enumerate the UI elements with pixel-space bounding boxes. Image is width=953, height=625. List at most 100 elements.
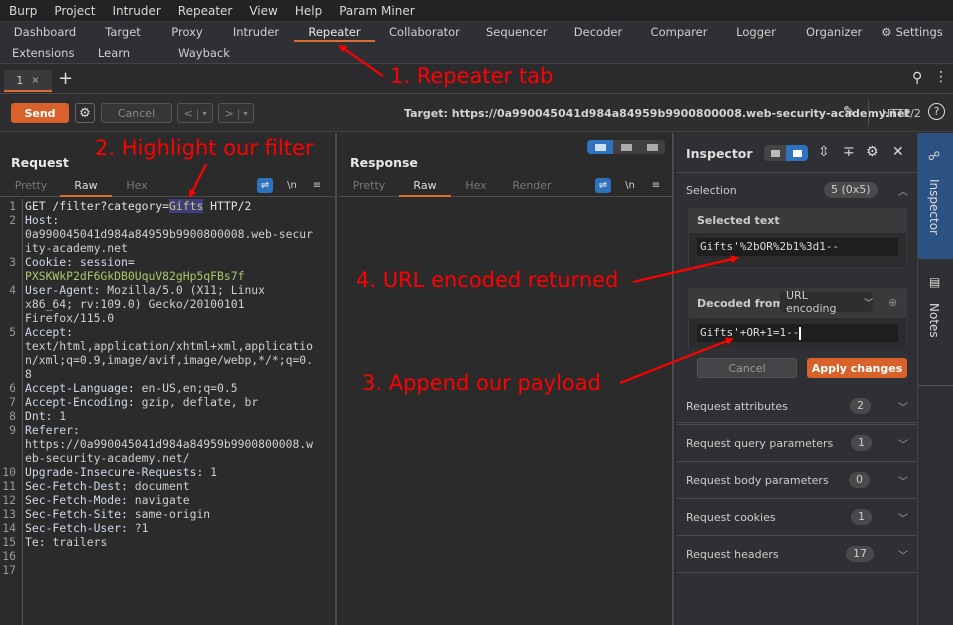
tab-intruder[interactable]: Intruder bbox=[228, 22, 284, 42]
editor-line[interactable]: 5 Accept: bbox=[0, 325, 335, 339]
gear-icon[interactable]: ⚙ bbox=[866, 144, 879, 160]
chevron-up-icon[interactable]: ︿ bbox=[898, 183, 908, 198]
decoded-input[interactable]: Gifts'+OR+1=1-- bbox=[697, 324, 898, 342]
tab-pretty[interactable]: Pretty bbox=[343, 179, 395, 197]
editor-line[interactable]: 16 bbox=[0, 549, 335, 563]
tab-hex[interactable]: Hex bbox=[450, 179, 502, 197]
collapse-all-icon[interactable]: ∓ bbox=[843, 144, 855, 160]
side-tab-inspector[interactable]: ☍ Inspector bbox=[918, 133, 953, 259]
forward-button[interactable]: > | ▾ bbox=[218, 103, 254, 123]
tab-settings[interactable]: ⚙ Settings bbox=[880, 22, 944, 42]
encoding-select[interactable]: URL encoding ﹀ bbox=[780, 289, 873, 315]
add-tab-button[interactable]: + bbox=[58, 68, 73, 89]
editor-line[interactable]: 17 bbox=[0, 563, 335, 577]
menu-help[interactable]: Help bbox=[295, 4, 322, 18]
menu-view[interactable]: View bbox=[249, 4, 277, 18]
edit-target-icon[interactable]: ✎ bbox=[843, 104, 855, 120]
tab-hex[interactable]: Hex bbox=[111, 179, 163, 197]
tab-dashboard[interactable]: Dashboard bbox=[8, 22, 82, 42]
editor-line[interactable]: 15 Te: trailers bbox=[0, 535, 335, 549]
tab-sequencer[interactable]: Sequencer bbox=[486, 22, 547, 42]
tab-comparer[interactable]: Comparer bbox=[650, 22, 708, 42]
tab-organizer[interactable]: Organizer bbox=[806, 22, 862, 42]
editor-line[interactable]: n/xml;q=0.9,image/avif,image/webp,*/*;q=… bbox=[0, 353, 335, 367]
editor-line[interactable]: 2 Host: bbox=[0, 213, 335, 227]
inspector-cancel-button[interactable]: Cancel bbox=[697, 358, 797, 378]
editor-line[interactable]: ity-academy.net bbox=[0, 241, 335, 255]
tab-target[interactable]: Target bbox=[98, 22, 148, 42]
editor-line[interactable]: 12 Sec-Fetch-Mode: navigate bbox=[0, 493, 335, 507]
menu-param-miner[interactable]: Param Miner bbox=[339, 4, 414, 18]
tab-render[interactable]: Render bbox=[506, 179, 558, 197]
tab-decoder[interactable]: Decoder bbox=[573, 22, 623, 42]
tab-wayback-machine[interactable]: Wayback Machine bbox=[158, 43, 250, 80]
newline-toggle[interactable]: \n bbox=[284, 178, 300, 193]
section-request-cookies[interactable]: Request cookies 1 ﹀ bbox=[676, 499, 917, 536]
tab-proxy[interactable]: Proxy bbox=[165, 22, 209, 42]
tab-raw[interactable]: Raw bbox=[399, 179, 451, 197]
editor-line[interactable]: 3 Cookie: session= bbox=[0, 255, 335, 269]
tab-pretty[interactable]: Pretty bbox=[5, 179, 57, 197]
layout-side-by-side[interactable] bbox=[587, 140, 613, 154]
tab-extensions[interactable]: Extensions bbox=[12, 43, 74, 63]
editor-line[interactable]: 10 Upgrade-Insecure-Requests: 1 bbox=[0, 465, 335, 479]
request-editor[interactable]: 1 GET /filter?category=Gifts HTTP/2 2 Host:… bbox=[0, 199, 335, 625]
menu-project[interactable]: Project bbox=[54, 4, 95, 18]
editor-line[interactable]: 7 Accept-Encoding: gzip, deflate, br bbox=[0, 395, 335, 409]
layout-left[interactable] bbox=[764, 145, 786, 161]
editor-line[interactable]: 13 Sec-Fetch-Site: same-origin bbox=[0, 507, 335, 521]
expand-all-icon[interactable]: ⇳ bbox=[818, 144, 830, 160]
editor-line[interactable]: 1 GET /filter?category=Gifts HTTP/2 bbox=[0, 199, 335, 213]
editor-line[interactable]: 14 Sec-Fetch-User: ?1 bbox=[0, 521, 335, 535]
tool-tabs: Dashboard Target Proxy Intruder Repeater… bbox=[0, 22, 953, 80]
section-request-headers[interactable]: Request headers 17 ﹀ bbox=[676, 536, 917, 573]
selected-text-value[interactable]: Gifts'%2bOR%2b1%3d1-- bbox=[697, 238, 898, 256]
layout-stacked[interactable] bbox=[613, 140, 639, 154]
section-request-query-parameters[interactable]: Request query parameters 1 ﹀ bbox=[676, 425, 917, 462]
protocol-label[interactable]: HTTP/2 bbox=[882, 107, 921, 120]
section-request-attributes[interactable]: Request attributes 2 ﹀ bbox=[676, 388, 917, 425]
editor-line[interactable]: x86_64; rv:109.0) Gecko/20100101 bbox=[0, 297, 335, 311]
editor-line[interactable]: 11 Sec-Fetch-Dest: document bbox=[0, 479, 335, 493]
editor-line[interactable]: https://0a990045041d984a84959b9900800008… bbox=[0, 437, 335, 451]
editor-line[interactable]: 4 User-Agent: Mozilla/5.0 (X11; Linux bbox=[0, 283, 335, 297]
menu-burp[interactable]: Burp bbox=[9, 4, 37, 18]
section-request-body-parameters[interactable]: Request body parameters 0 ﹀ bbox=[676, 462, 917, 499]
help-icon[interactable]: ? bbox=[928, 103, 945, 120]
word-wrap-icon[interactable]: ⇌ bbox=[595, 178, 611, 193]
editor-line[interactable]: 8 Dnt: 1 bbox=[0, 409, 335, 423]
layout-tabs[interactable] bbox=[639, 140, 665, 154]
menu-repeater[interactable]: Repeater bbox=[178, 4, 233, 18]
more-options-icon[interactable]: ⋮ bbox=[934, 69, 948, 85]
editor-line[interactable]: 0a990045041d984a84959b9900800008.web-sec… bbox=[0, 227, 335, 241]
send-button[interactable]: Send bbox=[11, 103, 69, 123]
back-button[interactable]: < | ▾ bbox=[177, 103, 213, 123]
editor-line[interactable]: 8 bbox=[0, 367, 335, 381]
tab-raw[interactable]: Raw bbox=[60, 179, 112, 197]
send-options-button[interactable]: ⚙ bbox=[75, 103, 95, 123]
tab-collaborator[interactable]: Collaborator bbox=[389, 22, 460, 42]
tab-learn[interactable]: Learn bbox=[97, 43, 131, 63]
tab-logger[interactable]: Logger bbox=[735, 22, 777, 42]
menu-icon[interactable]: ≡ bbox=[309, 178, 325, 193]
menu-icon[interactable]: ≡ bbox=[648, 178, 664, 193]
editor-line[interactable]: PXSKWkP2dF6GkDB0UquV82gHp5qFBs7f bbox=[0, 269, 335, 283]
editor-line[interactable]: 6 Accept-Language: en-US,en;q=0.5 bbox=[0, 381, 335, 395]
apply-changes-button[interactable]: Apply changes bbox=[807, 358, 907, 378]
menu-intruder[interactable]: Intruder bbox=[112, 4, 160, 18]
editor-line[interactable]: 9 Referer: bbox=[0, 423, 335, 437]
newline-toggle[interactable]: \n bbox=[622, 178, 638, 193]
repeater-tab-1[interactable]: 1 × bbox=[4, 70, 52, 92]
search-icon[interactable]: ⚲ bbox=[912, 70, 922, 86]
side-tab-notes[interactable]: ▤ Notes bbox=[918, 259, 953, 385]
tab-repeater[interactable]: Repeater bbox=[294, 22, 375, 42]
close-icon[interactable]: × bbox=[31, 75, 39, 86]
close-icon[interactable]: ✕ bbox=[892, 144, 904, 160]
layout-right[interactable] bbox=[786, 145, 808, 161]
editor-line[interactable]: Firefox/115.0 bbox=[0, 311, 335, 325]
word-wrap-icon[interactable]: ⇌ bbox=[257, 178, 273, 193]
cancel-button[interactable]: Cancel bbox=[101, 103, 172, 123]
add-decoding-icon[interactable]: ⊕ bbox=[888, 296, 897, 309]
editor-line[interactable]: text/html,application/xhtml+xml,applicat… bbox=[0, 339, 335, 353]
editor-line[interactable]: eb-security-academy.net/ bbox=[0, 451, 335, 465]
